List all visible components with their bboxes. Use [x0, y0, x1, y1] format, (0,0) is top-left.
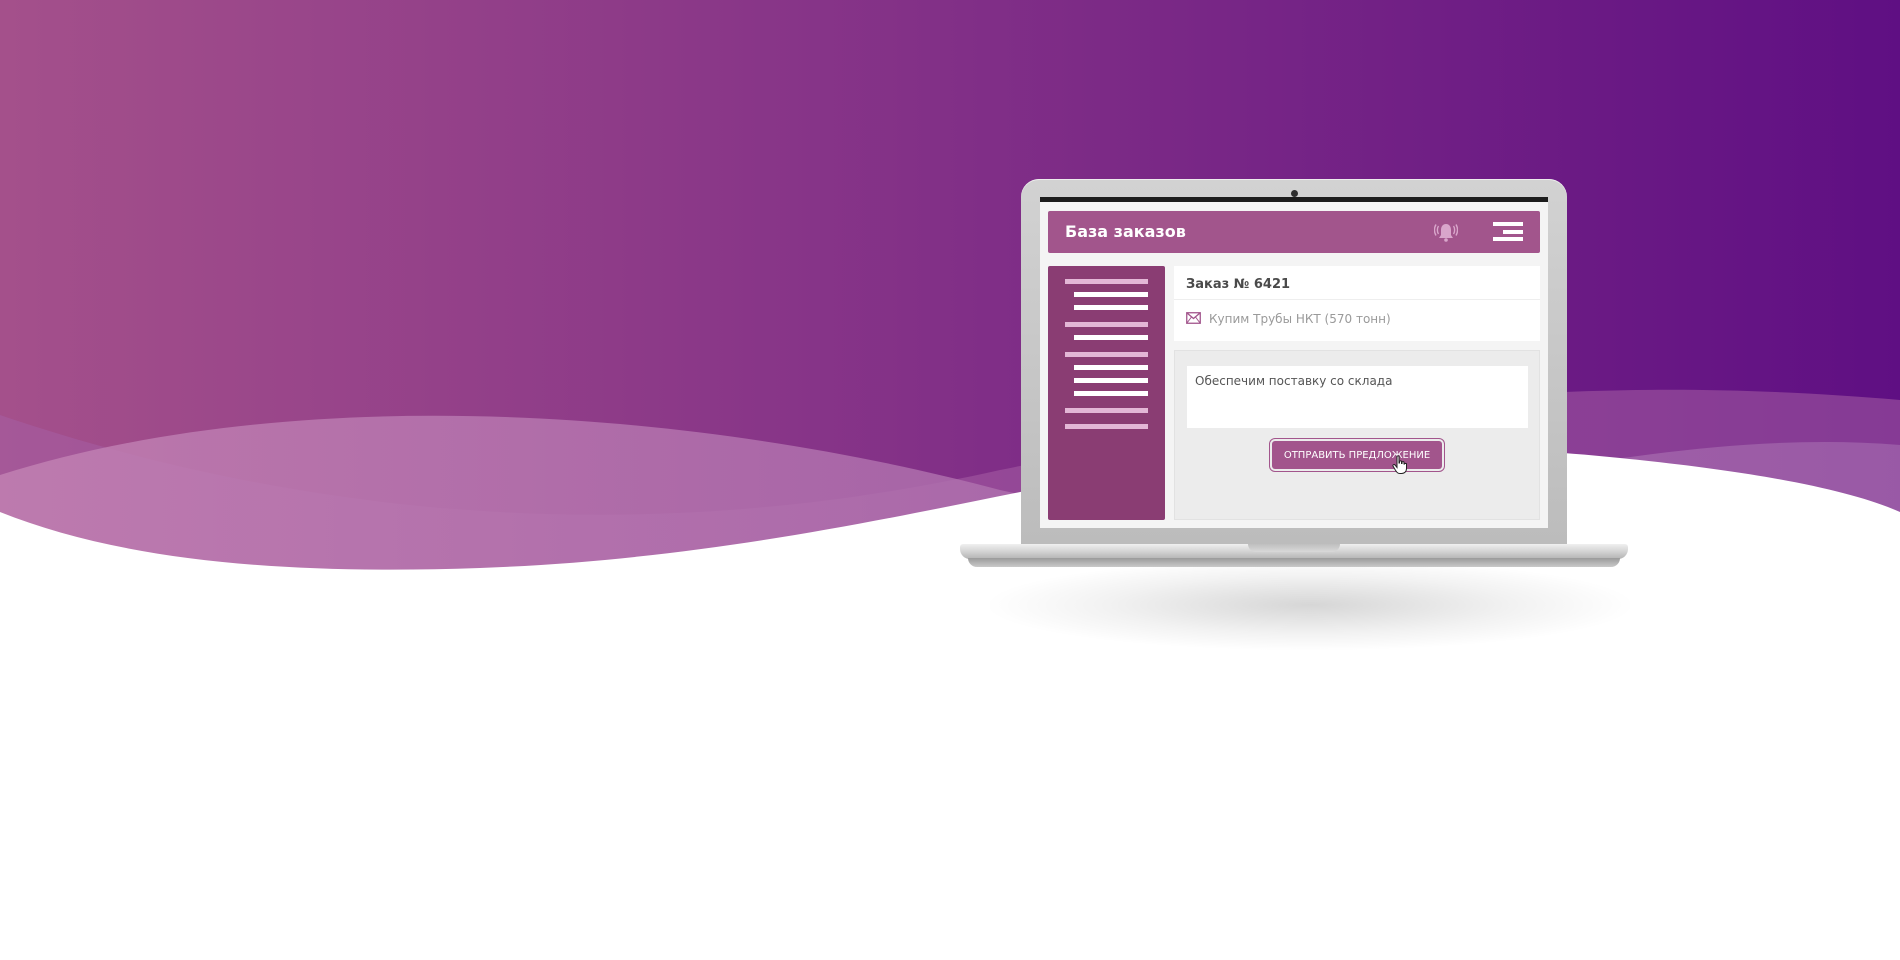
laptop-camera [1291, 190, 1298, 197]
sidebar-item[interactable] [1065, 279, 1148, 284]
reply-textarea[interactable]: Обеспечим поставку со склада [1187, 366, 1528, 428]
order-card: Заказ № 6421 Купим Трубы НКТ (570 тонн) [1174, 266, 1540, 341]
sidebar-subitem[interactable] [1074, 292, 1148, 297]
mail-icon [1186, 312, 1201, 324]
sidebar-subitem[interactable] [1074, 378, 1148, 383]
sidebar-subitem[interactable] [1074, 391, 1148, 396]
laptop-screen: База заказов Заказ № 6421 Купим Трубы НК… [1040, 202, 1548, 528]
order-subject[interactable]: Купим Трубы НКТ (570 тонн) [1209, 312, 1391, 326]
order-title: Заказ № 6421 [1186, 277, 1291, 292]
reply-panel: Обеспечим поставку со склада ОТПРАВИТЬ П… [1174, 350, 1540, 520]
app-header: База заказов [1048, 211, 1540, 253]
laptop-shadow [990, 560, 1630, 650]
sidebar-item[interactable] [1065, 322, 1148, 327]
sidebar-item[interactable] [1065, 424, 1148, 429]
trackpad-notch [1248, 544, 1340, 552]
hero-background [0, 0, 1900, 960]
sidebar-item[interactable] [1065, 352, 1148, 357]
hand-cursor-icon [1392, 455, 1407, 474]
laptop-base-bottom [968, 558, 1620, 567]
bell-icon[interactable] [1434, 220, 1458, 244]
menu-icon[interactable] [1493, 222, 1523, 242]
divider [1174, 299, 1540, 300]
sidebar-item[interactable] [1065, 408, 1148, 413]
sidebar [1048, 266, 1165, 520]
sidebar-subitem[interactable] [1074, 335, 1148, 340]
sidebar-subitem[interactable] [1074, 305, 1148, 310]
app-title: База заказов [1065, 222, 1186, 241]
sidebar-subitem[interactable] [1074, 365, 1148, 370]
send-offer-button[interactable]: ОТПРАВИТЬ ПРЕДЛОЖЕНИЕ [1272, 441, 1442, 469]
